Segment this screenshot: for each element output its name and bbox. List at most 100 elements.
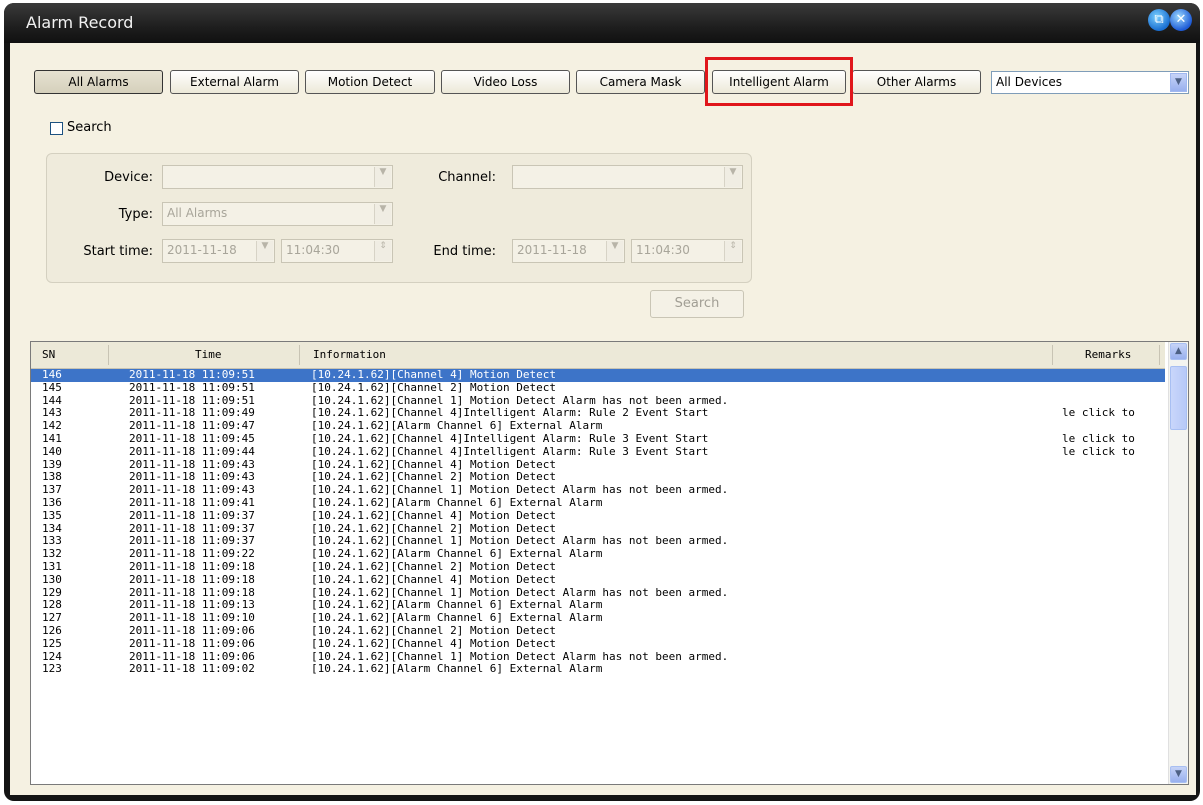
row-sn: 126 <box>42 624 62 637</box>
start-time-spinner[interactable]: 11:04:30 ⇕ <box>281 239 393 263</box>
external-alarm-button[interactable]: External Alarm <box>170 70 299 94</box>
row-sn: 136 <box>42 496 62 509</box>
table-row[interactable]: 134 2011-11-18 11:09:37 [10.24.1.62][Chann… <box>31 523 1165 536</box>
column-header-information[interactable]: Information <box>313 348 386 361</box>
chevron-down-icon[interactable]: ▼ <box>374 204 391 224</box>
row-time: 2011-11-18 11:09:51 <box>129 381 255 394</box>
table-row[interactable]: 131 2011-11-18 11:09:18 [10.24.1.62][Chann… <box>31 561 1165 574</box>
column-header-sn[interactable]: SN <box>42 348 55 361</box>
table-row[interactable]: 138 2011-11-18 11:09:43 [10.24.1.62][Chann… <box>31 471 1165 484</box>
search-criteria-group: Device: ▼ Channel: ▼ Type: All Alarms ▼ … <box>46 153 752 283</box>
scroll-up-icon[interactable]: ▲ <box>1170 343 1187 360</box>
table-row[interactable]: 139 2011-11-18 11:09:43 [10.24.1.62][Chann… <box>31 459 1165 472</box>
row-information: [10.24.1.62][Channel 1] Motion Detect Al… <box>311 484 729 497</box>
row-sn: 131 <box>42 560 62 573</box>
motion-detect-button[interactable]: Motion Detect <box>305 70 435 94</box>
table-row[interactable]: 135 2011-11-18 11:09:37 [10.24.1.62][Chann… <box>31 510 1165 523</box>
row-time: 2011-11-18 11:09:43 <box>129 484 255 497</box>
row-sn: 133 <box>42 535 62 548</box>
table-row[interactable]: 137 2011-11-18 11:09:43 [10.24.1.62][Chann… <box>31 484 1165 497</box>
row-sn: 132 <box>42 548 62 561</box>
table-row[interactable]: 144 2011-11-18 11:09:51 [10.24.1.62][Chann… <box>31 395 1165 408</box>
column-header-time[interactable]: Time <box>195 348 222 361</box>
row-information: [10.24.1.62][Channel 1] Motion Detect Al… <box>311 650 729 663</box>
spinner-icon[interactable]: ⇕ <box>374 241 391 261</box>
table-row[interactable]: 124 2011-11-18 11:09:06 [10.24.1.62][Chann… <box>31 651 1165 664</box>
start-date-picker[interactable]: 2011-11-18 ▼ <box>162 239 275 263</box>
end-date-picker[interactable]: 2011-11-18 ▼ <box>512 239 625 263</box>
row-information: [10.24.1.62][Alarm Channel 6] External A… <box>311 612 603 625</box>
table-row[interactable]: 146 2011-11-18 11:09:51 [10.24.1.62][Chann… <box>31 369 1165 382</box>
all-alarms-button[interactable]: All Alarms <box>34 70 163 94</box>
chevron-down-icon[interactable]: ▼ <box>374 167 391 187</box>
device-dropdown-value: All Devices <box>996 75 1062 89</box>
type-select[interactable]: All Alarms ▼ <box>162 202 393 226</box>
type-select-value: All Alarms <box>167 206 228 220</box>
row-information: [10.24.1.62][Channel 2] Motion Detect <box>311 471 557 484</box>
table-row[interactable]: 125 2011-11-18 11:09:06 [10.24.1.62][Chann… <box>31 638 1165 651</box>
table-row[interactable]: 127 2011-11-18 11:09:10 [10.24.1.62][Alarm… <box>31 612 1165 625</box>
table-row[interactable]: 142 2011-11-18 11:09:47 [10.24.1.62][Alarm… <box>31 420 1165 433</box>
row-sn: 124 <box>42 650 62 663</box>
row-information: [10.24.1.62][Channel 4] Motion Detect <box>311 369 557 381</box>
row-time: 2011-11-18 11:09:51 <box>129 369 255 381</box>
chevron-down-icon[interactable]: ▼ <box>724 167 741 187</box>
search-button[interactable]: Search <box>650 290 744 318</box>
row-time: 2011-11-18 11:09:45 <box>129 432 255 445</box>
row-sn: 127 <box>42 612 62 625</box>
row-time: 2011-11-18 11:09:18 <box>129 573 255 586</box>
table-row[interactable]: 141 2011-11-18 11:09:45 [10.24.1.62][Chann… <box>31 433 1165 446</box>
row-information: [10.24.1.62][Channel 4] Motion Detect <box>311 509 557 522</box>
table-row[interactable]: 129 2011-11-18 11:09:18 [10.24.1.62][Chann… <box>31 587 1165 600</box>
column-header-remarks[interactable]: Remarks <box>1085 348 1131 361</box>
table-row[interactable]: 128 2011-11-18 11:09:13 [10.24.1.62][Alarm… <box>31 599 1165 612</box>
spinner-icon[interactable]: ⇕ <box>724 241 741 261</box>
scrollbar-thumb[interactable] <box>1170 366 1187 430</box>
chevron-down-icon[interactable]: ▼ <box>1170 73 1187 92</box>
close-icon[interactable]: ✕ <box>1170 9 1192 31</box>
row-time: 2011-11-18 11:09:41 <box>129 496 255 509</box>
search-checkbox-label[interactable]: Search <box>67 120 112 135</box>
video-loss-button[interactable]: Video Loss <box>441 70 570 94</box>
row-information: [10.24.1.62][Alarm Channel 6] External A… <box>311 599 603 612</box>
alarm-table: SN Time Information Remarks 146 2011-11-1… <box>30 341 1189 785</box>
table-row[interactable]: 145 2011-11-18 11:09:51 [10.24.1.62][Chann… <box>31 382 1165 395</box>
alarm-record-window: Alarm Record ⧉ ✕ All Alarms External Ala… <box>4 3 1200 801</box>
search-checkbox[interactable] <box>50 122 63 135</box>
row-remarks: le click to <box>1062 407 1135 420</box>
row-time: 2011-11-18 11:09:44 <box>129 445 255 458</box>
table-row[interactable]: 143 2011-11-18 11:09:49 [10.24.1.62][Chann… <box>31 407 1165 420</box>
row-time: 2011-11-18 11:09:22 <box>129 548 255 561</box>
row-sn: 123 <box>42 663 62 676</box>
row-sn: 130 <box>42 573 62 586</box>
row-information: [10.24.1.62][Channel 4]Intelligent Alarm… <box>311 445 709 458</box>
chevron-down-icon[interactable]: ▼ <box>606 241 623 261</box>
row-time: 2011-11-18 11:09:18 <box>129 586 255 599</box>
device-label: Device: <box>104 170 153 185</box>
table-row[interactable]: 130 2011-11-18 11:09:18 [10.24.1.62][Chann… <box>31 574 1165 587</box>
chevron-down-icon[interactable]: ▼ <box>256 241 273 261</box>
channel-select[interactable]: ▼ <box>512 165 743 189</box>
scroll-down-icon[interactable]: ▼ <box>1170 766 1187 783</box>
table-row[interactable]: 132 2011-11-18 11:09:22 [10.24.1.62][Alarm… <box>31 548 1165 561</box>
device-dropdown[interactable]: All Devices ▼ <box>991 71 1189 94</box>
vertical-scrollbar[interactable]: ▲ ▼ <box>1168 342 1188 784</box>
device-select[interactable]: ▼ <box>162 165 393 189</box>
title-bar[interactable]: Alarm Record ⧉ ✕ <box>4 3 1200 43</box>
restore-icon[interactable]: ⧉ <box>1148 9 1170 31</box>
table-row[interactable]: 126 2011-11-18 11:09:06 [10.24.1.62][Chann… <box>31 625 1165 638</box>
row-information: [10.24.1.62][Channel 4]Intelligent Alarm… <box>311 432 709 445</box>
row-information: [10.24.1.62][Channel 2] Motion Detect <box>311 522 557 535</box>
row-sn: 134 <box>42 522 62 535</box>
row-time: 2011-11-18 11:09:51 <box>129 394 255 407</box>
camera-mask-button[interactable]: Camera Mask <box>576 70 705 94</box>
table-row[interactable]: 140 2011-11-18 11:09:44 [10.24.1.62][Chann… <box>31 446 1165 459</box>
row-information: [10.24.1.62][Channel 1] Motion Detect Al… <box>311 535 729 548</box>
other-alarms-button[interactable]: Other Alarms <box>852 70 981 94</box>
end-time-spinner[interactable]: 11:04:30 ⇕ <box>631 239 743 263</box>
table-row[interactable]: 133 2011-11-18 11:09:37 [10.24.1.62][Chann… <box>31 535 1165 548</box>
table-row[interactable]: 123 2011-11-18 11:09:02 [10.24.1.62][Alarm… <box>31 663 1165 676</box>
row-time: 2011-11-18 11:09:37 <box>129 509 255 522</box>
table-row[interactable]: 136 2011-11-18 11:09:41 [10.24.1.62][Alarm… <box>31 497 1165 510</box>
type-label: Type: <box>118 207 153 222</box>
